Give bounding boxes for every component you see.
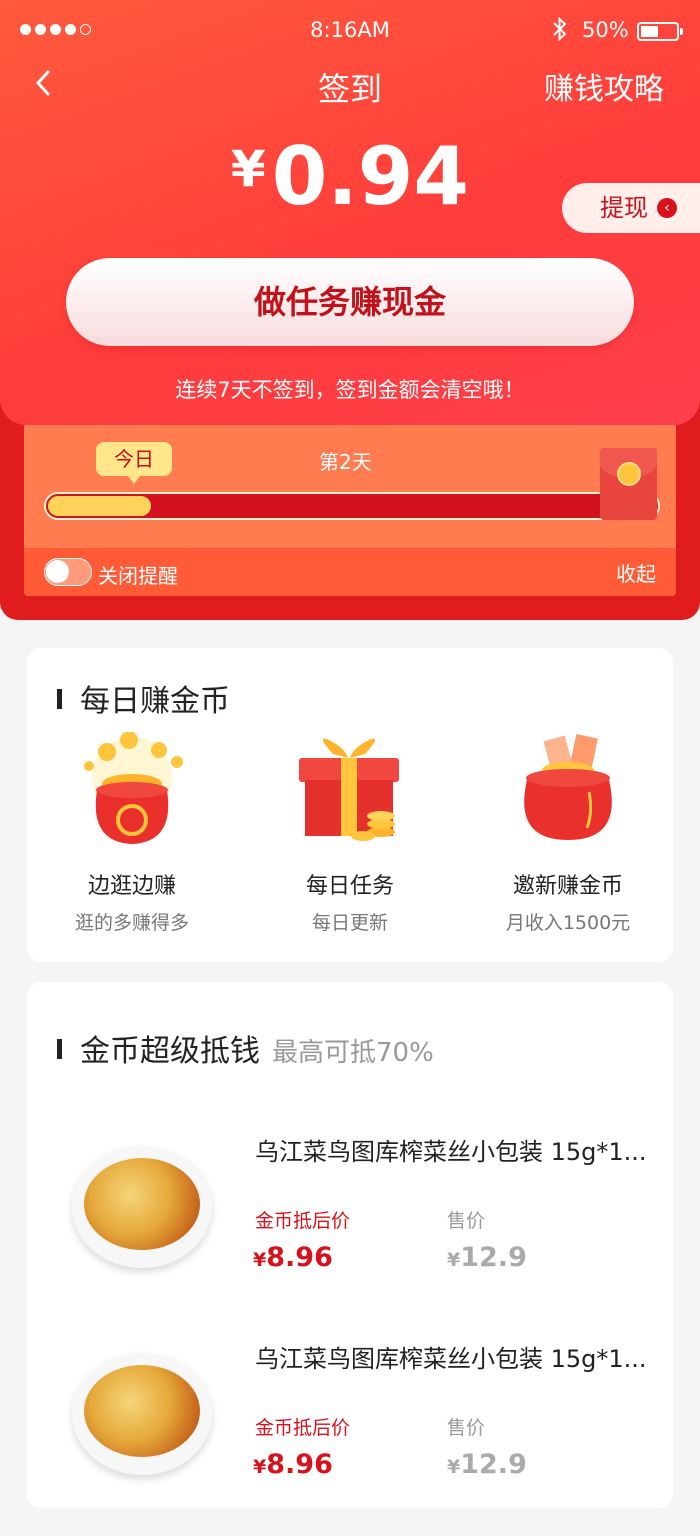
day-label: 第2天: [319, 450, 372, 474]
coin-deduct-subtitle: 最高可抵70%: [272, 1038, 434, 1068]
bluetooth-icon: [552, 16, 568, 48]
daily-item-desc: 逛的多赚得多: [74, 912, 189, 934]
daily-item-desc: 每日更新: [311, 912, 388, 934]
coin-price: ¥8.96: [253, 1242, 333, 1273]
product-name: 乌江菜鸟图库榨菜丝小包装 15g*1...: [255, 1345, 647, 1373]
battery-percent: 50%: [582, 18, 629, 42]
collapse-button[interactable]: 收起: [616, 558, 656, 587]
red-envelope-icon[interactable]: [600, 448, 657, 520]
coin-pouch-icon: [67, 731, 197, 852]
coin-deduct-title: 金币超级抵钱 最高可抵70%: [57, 1026, 434, 1070]
today-badge: 今日: [96, 442, 172, 484]
daily-item-desc: 月收入1500元: [505, 912, 631, 934]
daily-item-name: 每日任务: [305, 874, 394, 899]
daily-item-name: 邀新赚金币: [512, 874, 623, 899]
back-icon[interactable]: [30, 64, 70, 104]
signin-progress-card: 今日 第2天: [24, 420, 676, 548]
daily-coins-panel: 每日赚金币 边逛边赚 逛的多赚得多 每日任务 每日更新 邀新赚金币 月收入150…: [27, 648, 673, 962]
reminder-toggle-label: 关闭提醒: [98, 564, 178, 588]
coin-deduct-panel: 金币超级抵钱 最高可抵70% 乌江菜鸟图库榨菜丝小包装 15g*1... 金币抵后…: [27, 982, 673, 1508]
withdraw-label: 提现: [600, 194, 648, 222]
hero-header: 8:16AM 50% 签到 赚钱攻略 ¥0.94 提现 ‹ 做任务赚现金 连续7…: [0, 0, 700, 425]
sale-price: ¥12.9: [447, 1449, 527, 1480]
task-earn-cash-button[interactable]: 做任务赚现金: [66, 258, 634, 346]
progress-fill: [48, 496, 151, 516]
status-bar: 8:16AM 50%: [0, 0, 700, 60]
chevron-left-icon: ‹: [657, 198, 677, 218]
daily-coins-title: 每日赚金币: [57, 676, 230, 720]
signin-warning: 连续7天不签到，签到金额会清空哦！: [175, 378, 525, 402]
product-image: [72, 1353, 212, 1475]
balance-currency: ¥: [230, 140, 266, 198]
daily-item-browse[interactable]: 边逛边赚 逛的多赚得多: [27, 731, 237, 935]
product-item[interactable]: 乌江菜鸟图库榨菜丝小包装 15g*1... 金币抵后价 ¥8.96 售价 ¥12…: [27, 1331, 673, 1531]
withdraw-button[interactable]: 提现 ‹: [562, 183, 700, 233]
daily-item-name: 边逛边赚: [87, 874, 176, 899]
coin-price-label: 金币抵后价: [255, 1210, 351, 1232]
gift-box-icon: [285, 732, 415, 852]
product-image: [72, 1146, 212, 1268]
reminder-toggle[interactable]: [44, 558, 92, 586]
daily-item-tasks[interactable]: 每日任务 每日更新: [245, 732, 455, 935]
sale-price-label: 售价: [447, 1210, 486, 1232]
coin-price-label: 金币抵后价: [255, 1417, 351, 1439]
sale-price-label: 售价: [447, 1417, 486, 1439]
progress-track: [44, 492, 660, 520]
product-name: 乌江菜鸟图库榨菜丝小包装 15g*1...: [255, 1138, 647, 1166]
earning-guide-link[interactable]: 赚钱攻略: [544, 64, 664, 108]
daily-item-invite[interactable]: 邀新赚金币 月收入1500元: [463, 732, 673, 935]
sale-price: ¥12.9: [447, 1242, 527, 1273]
product-item[interactable]: 乌江菜鸟图库榨菜丝小包装 15g*1... 金币抵后价 ¥8.96 售价 ¥12…: [27, 1124, 673, 1324]
money-bag-icon: [503, 732, 633, 852]
reminder-bar: 关闭提醒 收起: [24, 548, 676, 596]
battery-icon: [637, 22, 683, 41]
coin-price: ¥8.96: [253, 1449, 333, 1480]
balance-value: 0.94: [271, 130, 470, 223]
